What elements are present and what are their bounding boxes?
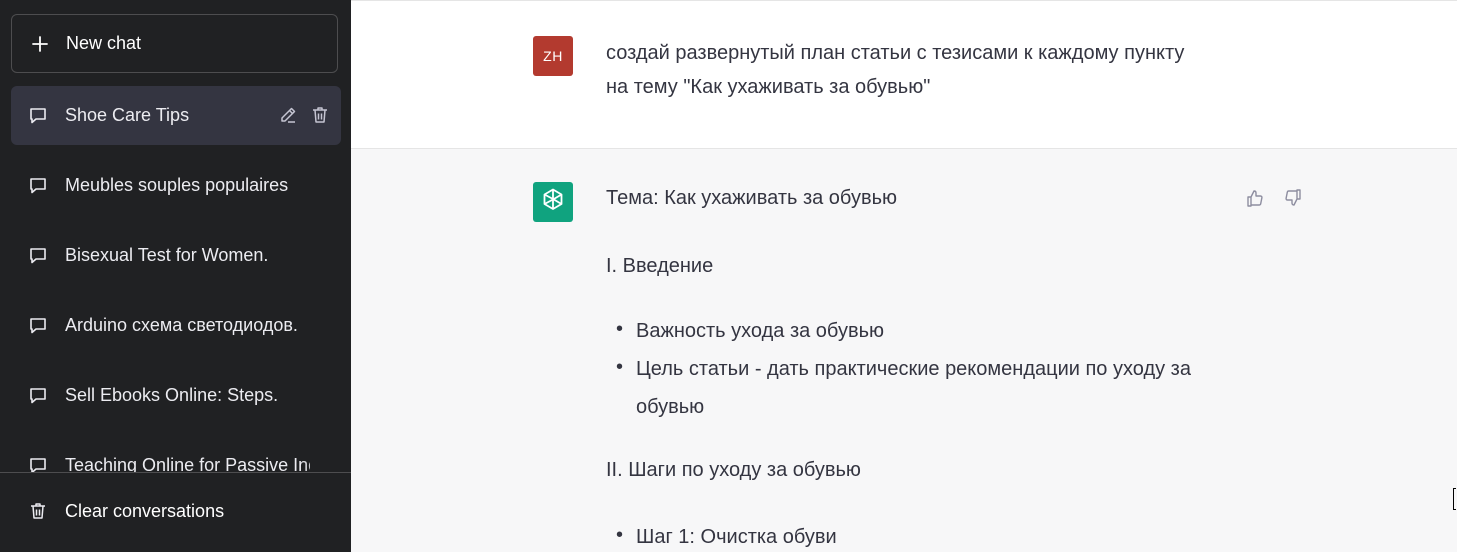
feedback-buttons — [1244, 187, 1304, 209]
fade-overlay — [301, 296, 341, 355]
assistant-message: Тема: Как ухаживать за обувью I. Введени… — [351, 149, 1457, 552]
user-message: ZH создай развернутый план статьи с тези… — [351, 0, 1457, 149]
trash-icon — [27, 500, 49, 522]
message-icon — [27, 315, 49, 337]
clear-conversations-button[interactable]: Clear conversations — [11, 483, 338, 539]
list-item: • Важность ухода за обувью — [606, 312, 1246, 352]
chat-item-bisexual-test[interactable]: Bisexual Test for Women. — [11, 226, 341, 285]
bullet-mark: • — [616, 356, 624, 378]
bullet-mark: • — [616, 318, 624, 340]
openai-logo-icon — [538, 185, 568, 220]
chat-item-meubles[interactable]: Meubles souples populaires — [11, 156, 341, 215]
topic-line: Тема: Как ухаживать за обувью — [606, 187, 897, 209]
user-message-line: на тему "Как ухаживать за обувью" — [606, 76, 931, 98]
fade-overlay — [301, 156, 341, 215]
conversation-pane: ZH создай развернутый план статьи с тези… — [351, 0, 1457, 552]
sidebar: New chat Shoe Care Tips Meubles souples … — [0, 0, 351, 552]
new-chat-button[interactable]: New chat — [11, 14, 338, 73]
pencil-icon[interactable] — [277, 104, 299, 126]
assistant-avatar — [533, 182, 573, 222]
message-icon — [27, 105, 49, 127]
chat-item-shoe-care-tips[interactable]: Shoe Care Tips — [11, 86, 341, 145]
bullet-mark: • — [616, 524, 624, 546]
chat-item-label: Sell Ebooks Online: Steps. — [65, 385, 279, 405]
thumbs-up-icon[interactable] — [1244, 187, 1266, 209]
section-title: II. Шаги по уходу за обувью — [606, 459, 861, 481]
chat-item-actions — [277, 104, 331, 126]
chat-item-label: Bisexual Test for Women. — [65, 245, 269, 265]
text-cursor-marker — [1453, 488, 1456, 510]
user-message-text: создай развернутый план статьи с тезисам… — [606, 36, 1246, 104]
message-icon — [27, 175, 49, 197]
message-icon — [27, 245, 49, 267]
chat-item-label: Shoe Care Tips — [65, 105, 190, 125]
message-icon — [27, 385, 49, 407]
user-message-line: создай развернутый план статьи с тезисам… — [606, 42, 1185, 64]
clear-conversations-label: Clear conversations — [65, 500, 225, 521]
list-item: • Шаг 1: Очистка обуви — [606, 518, 1246, 552]
chat-item-sell-ebooks[interactable]: Sell Ebooks Online: Steps. — [11, 366, 341, 425]
bullet-text: Шаг 1: Очистка обуви — [636, 526, 837, 548]
chat-item-label: Arduino схема светодиодов. — [65, 315, 298, 335]
user-avatar: ZH — [533, 36, 573, 76]
chat-item-arduino[interactable]: Arduino схема светодиодов. — [11, 296, 341, 355]
bullet-text: Цель статьи - дать практические рекоменд… — [636, 358, 1191, 418]
section-title: I. Введение — [606, 255, 714, 277]
new-chat-label: New chat — [66, 33, 142, 53]
plus-icon — [30, 34, 50, 54]
sidebar-footer: Clear conversations — [0, 472, 351, 552]
thumbs-down-icon[interactable] — [1282, 187, 1304, 209]
trash-icon[interactable] — [309, 104, 331, 126]
chat-item-label: Meubles souples populaires — [65, 175, 289, 195]
chat-history-list: Shoe Care Tips Meubles souples populaire… — [11, 86, 341, 506]
list-item: • Цель статьи - дать практические рекоме… — [606, 350, 1246, 426]
bullet-text: Важность ухода за обувью — [636, 320, 884, 342]
